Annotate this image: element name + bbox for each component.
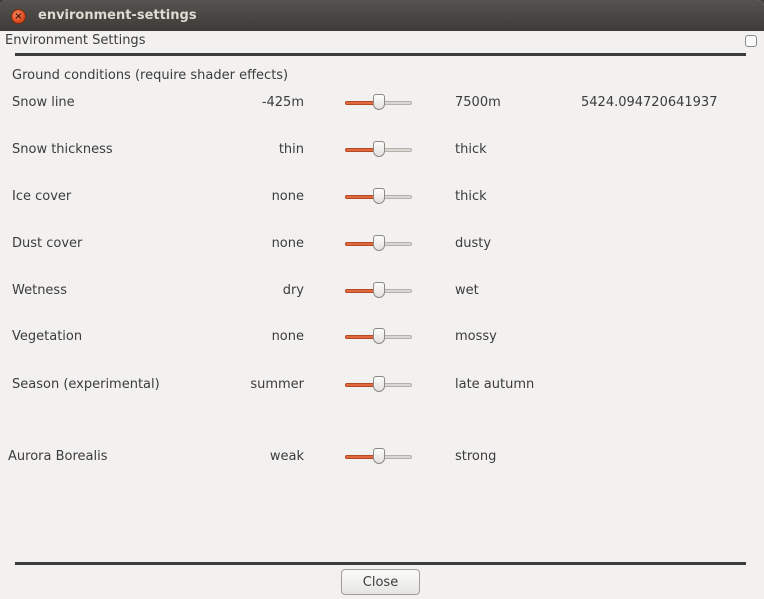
row-min-label: summer (250, 377, 304, 392)
row-min-label: weak (269, 449, 304, 464)
row-max-label: strong (455, 449, 497, 464)
dialog-content: Environment Settings Ground conditions (… (0, 31, 764, 599)
row-wetness: Wetness dry wet (0, 279, 764, 303)
row-label: Snow thickness (12, 142, 113, 157)
row-max-label: thick (455, 189, 487, 204)
row-snow-line: Snow line -425m 7500m 5424.094720641937 (0, 91, 764, 115)
top-divider (15, 53, 746, 56)
row-max-label: mossy (455, 329, 497, 344)
row-vegetation: Vegetation none mossy (0, 325, 764, 349)
row-label: Ice cover (12, 189, 72, 204)
slider-thumb[interactable] (373, 235, 385, 251)
row-max-label: thick (455, 142, 487, 157)
row-dust-cover: Dust cover none dusty (0, 232, 764, 256)
slider-thumb[interactable] (373, 141, 385, 157)
season-slider[interactable] (345, 376, 412, 394)
row-label: Aurora Borealis (8, 449, 108, 464)
wetness-slider[interactable] (345, 282, 412, 300)
window-title: environment-settings (38, 8, 197, 23)
row-min-label: -425m (261, 95, 304, 110)
row-max-label: wet (455, 283, 479, 298)
slider-thumb[interactable] (373, 94, 385, 110)
row-label: Dust cover (12, 236, 83, 251)
row-min-label: none (271, 236, 304, 251)
row-max-label: dusty (455, 236, 492, 251)
row-min-label: dry (282, 283, 304, 298)
slider-thumb[interactable] (373, 376, 385, 392)
close-icon[interactable]: × (11, 9, 26, 24)
slider-thumb[interactable] (373, 328, 385, 344)
row-snow-thickness: Snow thickness thin thick (0, 138, 764, 162)
snow-line-value: 5424.094720641937 (581, 95, 718, 110)
ice-cover-slider[interactable] (345, 188, 412, 206)
close-button[interactable]: Close (341, 569, 420, 595)
row-label: Snow line (12, 95, 75, 110)
row-min-label: none (271, 189, 304, 204)
row-max-label: 7500m (455, 95, 501, 110)
dust-cover-slider[interactable] (345, 235, 412, 253)
snow-thickness-slider[interactable] (345, 141, 412, 159)
vegetation-slider[interactable] (345, 328, 412, 346)
aurora-borealis-slider[interactable] (345, 448, 412, 466)
row-min-label: none (271, 329, 304, 344)
snow-line-slider[interactable] (345, 94, 412, 112)
title-bar[interactable]: × environment-settings (0, 0, 764, 32)
row-aurora-borealis: Aurora Borealis weak strong (0, 445, 764, 469)
row-season: Season (experimental) summer late autumn (0, 373, 764, 397)
slider-thumb[interactable] (373, 282, 385, 298)
row-min-label: thin (278, 142, 304, 157)
row-label: Vegetation (12, 329, 83, 344)
environment-settings-window: × environment-settings Environment Setti… (0, 0, 764, 599)
bottom-divider (15, 562, 746, 565)
ground-conditions-heading: Ground conditions (require shader effect… (12, 68, 289, 83)
row-label: Wetness (12, 283, 67, 298)
toggle-checkbox[interactable] (745, 35, 757, 47)
dialog-title: Environment Settings (5, 33, 146, 48)
row-label: Season (experimental) (12, 377, 160, 392)
row-max-label: late autumn (455, 377, 535, 392)
row-ice-cover: Ice cover none thick (0, 185, 764, 209)
slider-thumb[interactable] (373, 188, 385, 204)
slider-thumb[interactable] (373, 448, 385, 464)
